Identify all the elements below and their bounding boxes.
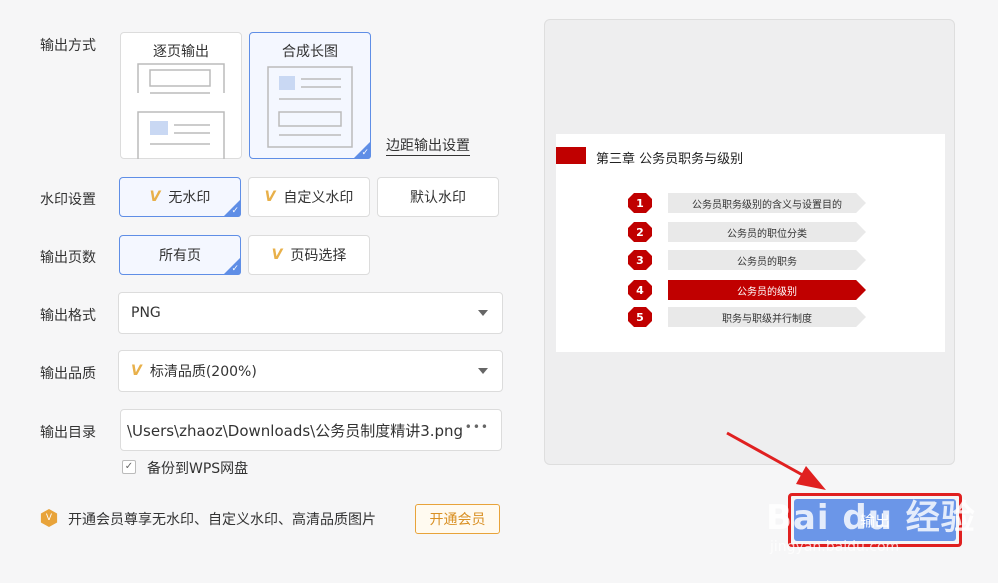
baidu-watermark-url: jingyan.baidu.com — [770, 539, 900, 555]
baidu-watermark: Bai du 经验 — [766, 498, 976, 538]
